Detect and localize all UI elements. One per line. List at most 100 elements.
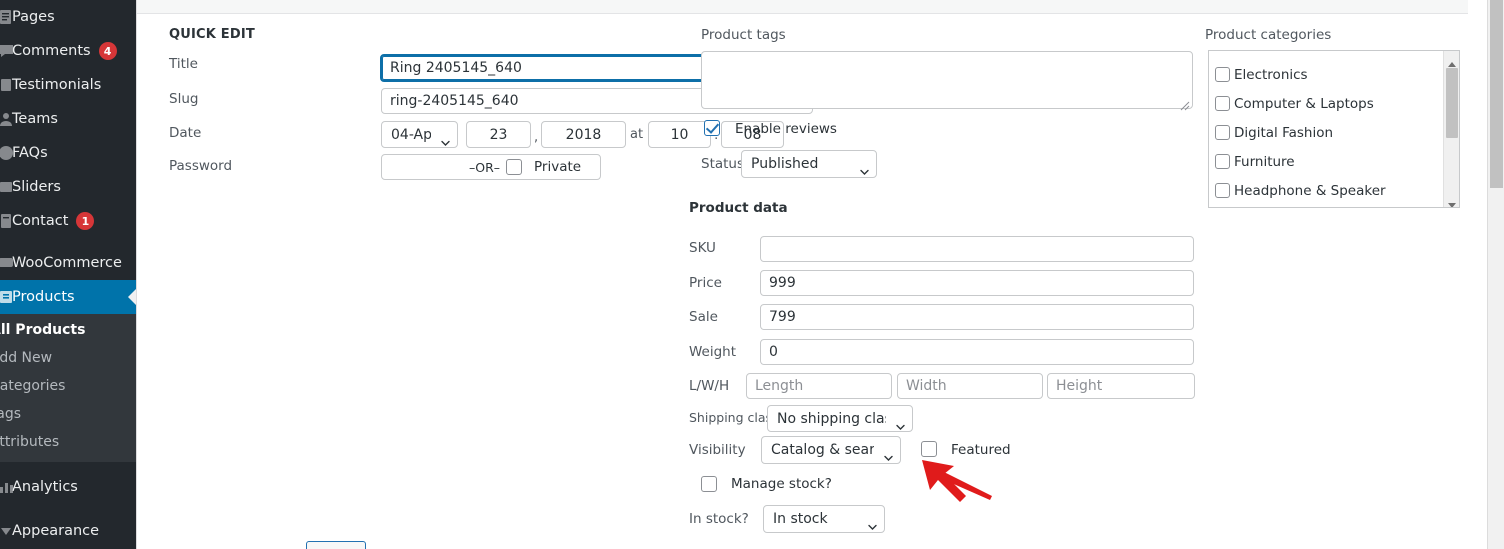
panel-top-strip xyxy=(136,0,1468,14)
category-checkbox[interactable] xyxy=(1215,154,1230,169)
shipping-class-select-wrap: No shipping class xyxy=(767,405,913,432)
manage-stock-checkbox-box xyxy=(701,476,717,492)
sidebar-item-comments[interactable]: Comments 4 xyxy=(0,34,136,68)
visibility-select-wrap: Catalog & search xyxy=(761,436,901,464)
title-label: Title xyxy=(169,56,198,72)
date-row: Date xyxy=(169,125,241,141)
sidebar-separator-2 xyxy=(0,462,136,470)
date-hour-input[interactable] xyxy=(648,121,711,148)
lwh-label: L/W/H xyxy=(689,378,730,394)
category-label: Headphone & Speaker xyxy=(1234,182,1386,199)
submenu-item-add-new[interactable]: Add New xyxy=(0,344,136,372)
page-scrollbar-thumb[interactable] xyxy=(1490,0,1503,188)
category-checkbox[interactable] xyxy=(1215,67,1230,82)
category-checkbox[interactable] xyxy=(1215,125,1230,140)
submenu-item-tags[interactable]: Tags xyxy=(0,400,136,428)
sidebar-item-testimonials[interactable]: Testimonials xyxy=(0,68,136,102)
category-row[interactable]: Digital Fashion xyxy=(1215,118,1443,147)
submenu-item-categories[interactable]: Categories xyxy=(0,372,136,400)
sale-input[interactable] xyxy=(760,304,1194,330)
sidebar-item-label: Sliders xyxy=(12,179,61,195)
sidebar-item-label: Appearance xyxy=(12,523,100,539)
visibility-select[interactable]: Catalog & search xyxy=(761,436,901,464)
categories-scrollbar[interactable] xyxy=(1443,51,1459,207)
price-input[interactable] xyxy=(760,270,1194,296)
products-icon xyxy=(0,287,16,307)
date-month-select[interactable]: 04-Apr xyxy=(381,121,458,148)
length-input[interactable] xyxy=(746,373,892,399)
slider-icon xyxy=(0,177,16,197)
featured-checkbox[interactable] xyxy=(921,441,937,461)
category-row[interactable]: Headphone & Speaker xyxy=(1215,176,1443,205)
sidebar-item-products[interactable]: Products xyxy=(0,280,136,314)
sidebar-item-pages[interactable]: Pages xyxy=(0,0,136,34)
slug-row: Slug xyxy=(169,91,241,107)
scroll-down-arrow-icon[interactable] xyxy=(1447,194,1457,207)
product-tags-textarea[interactable] xyxy=(701,51,1193,109)
page-title: QUICK EDIT xyxy=(169,27,255,42)
private-checkbox-box xyxy=(506,159,522,175)
date-comma: , xyxy=(534,130,539,145)
categories-scrollbar-thumb[interactable] xyxy=(1446,68,1458,138)
sidebar-item-woocommerce[interactable]: WooCommerce xyxy=(0,246,136,280)
category-checkbox[interactable] xyxy=(1215,96,1230,111)
private-label: Private xyxy=(534,159,582,175)
quick-edit-panel: QUICK EDIT Title Slug Date 04-Apr , at : xyxy=(136,0,1468,549)
sidebar-item-label: WooCommerce xyxy=(12,255,122,271)
scroll-up-arrow-icon[interactable] xyxy=(1447,54,1457,67)
category-checkbox[interactable] xyxy=(1215,183,1230,198)
manage-stock-checkbox[interactable] xyxy=(701,476,717,496)
product-categories-box: Electronics Computer & Laptops Digital F… xyxy=(1208,50,1460,208)
sidebar-item-analytics[interactable]: Analytics xyxy=(0,470,136,504)
cancel-button[interactable]: Cancel xyxy=(306,541,366,549)
testimonial-icon xyxy=(0,75,16,95)
date-label: Date xyxy=(169,125,202,141)
submenu-item-label: Add New xyxy=(0,350,53,366)
category-label: Electronics xyxy=(1234,66,1308,83)
category-row[interactable]: Furniture xyxy=(1215,147,1443,176)
private-checkbox[interactable] xyxy=(506,159,522,179)
category-row[interactable]: Electronics xyxy=(1215,60,1443,89)
enable-reviews-label: Enable reviews xyxy=(735,121,837,137)
or-separator-label: –OR– xyxy=(469,160,501,175)
weight-label: Weight xyxy=(689,344,737,360)
width-input[interactable] xyxy=(897,373,1043,399)
height-input[interactable] xyxy=(1047,373,1195,399)
submenu-item-all-products[interactable]: All Products xyxy=(0,316,136,344)
sidebar-separator-3 xyxy=(0,504,136,514)
category-row[interactable]: Computer & Laptops xyxy=(1215,89,1443,118)
sidebar-item-label: Testimonials xyxy=(12,77,102,93)
submenu-item-label: Attributes xyxy=(0,434,60,450)
shipping-class-select[interactable]: No shipping class xyxy=(767,405,913,432)
password-label: Password xyxy=(169,158,233,174)
submenu-item-label: Categories xyxy=(0,378,66,394)
products-submenu: All Products Add New Categories Tags Att… xyxy=(0,314,136,462)
sidebar-item-sliders[interactable]: Sliders xyxy=(0,170,136,204)
category-row-partial[interactable] xyxy=(1215,205,1443,207)
in-stock-label: In stock? xyxy=(689,511,749,527)
sidebar-item-contact[interactable]: Contact 1 xyxy=(0,204,136,238)
woocommerce-icon xyxy=(0,253,16,273)
weight-input[interactable] xyxy=(760,339,1194,365)
comment-icon xyxy=(0,41,16,61)
status-label: Status xyxy=(701,156,745,172)
in-stock-select[interactable]: In stock xyxy=(763,505,885,533)
submenu-item-attributes[interactable]: Attributes xyxy=(0,428,136,456)
sidebar-item-label: FAQs xyxy=(12,145,48,161)
date-day-input[interactable] xyxy=(466,121,531,148)
sku-input[interactable] xyxy=(760,236,1194,262)
visibility-label: Visibility xyxy=(689,442,746,458)
in-stock-select-wrap: In stock xyxy=(763,505,885,533)
status-select[interactable]: Published xyxy=(741,150,877,178)
sidebar-item-appearance[interactable]: Appearance xyxy=(0,514,136,548)
page-scrollbar[interactable] xyxy=(1487,0,1504,549)
date-year-input[interactable] xyxy=(541,121,626,148)
sidebar-item-label: Teams xyxy=(12,111,58,127)
enable-reviews-checkbox[interactable] xyxy=(704,120,720,140)
date-at-label: at xyxy=(630,127,644,142)
sidebar-item-faqs[interactable]: FAQs xyxy=(0,136,136,170)
product-tags-label: Product tags xyxy=(701,27,786,43)
featured-label: Featured xyxy=(951,442,1011,458)
slug-label: Slug xyxy=(169,91,199,107)
sidebar-item-teams[interactable]: Teams xyxy=(0,102,136,136)
